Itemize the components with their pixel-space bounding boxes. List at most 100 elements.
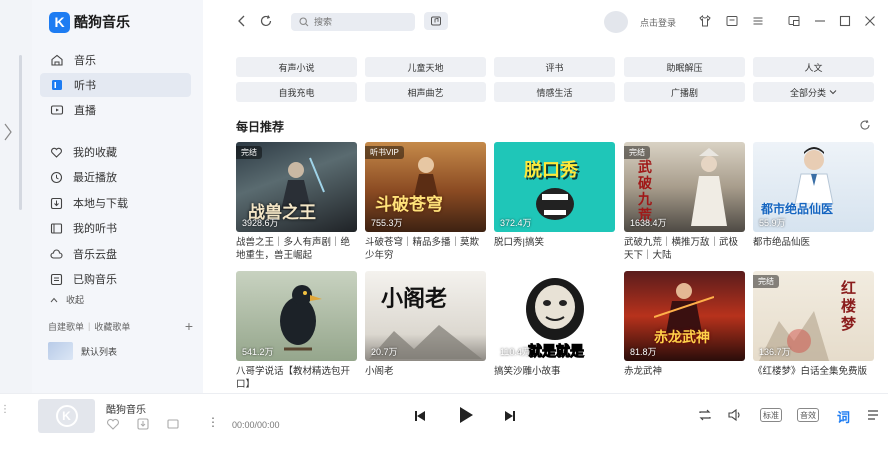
category-chip[interactable]: 儿童天地 xyxy=(365,57,486,77)
volume-icon[interactable] xyxy=(727,407,743,423)
sidebar-item-label: 我的收藏 xyxy=(73,147,117,159)
book-title[interactable]: 赤龙武神 xyxy=(624,365,745,378)
menu-icon[interactable] xyxy=(751,14,765,28)
scrollbar[interactable] xyxy=(19,55,22,210)
book-title[interactable]: 都市绝品仙医 xyxy=(753,236,874,249)
login-link[interactable]: 点击登录 xyxy=(640,16,676,29)
collapse-label: 收起 xyxy=(66,295,85,305)
logo-mark: K xyxy=(49,11,70,33)
status-badge: 完结 xyxy=(753,275,779,288)
sidebar-item-cloud[interactable]: 音乐云盘 xyxy=(40,242,191,266)
sidebar-item-my-audiobooks[interactable]: 我的听书 xyxy=(40,216,191,240)
category-chip[interactable]: 评书 xyxy=(494,57,615,77)
skin-icon[interactable] xyxy=(698,14,712,28)
book-title[interactable]: 战兽之王｜多人有声剧｜绝地重生，兽王崛起 xyxy=(236,236,357,262)
search-input[interactable] xyxy=(314,17,404,27)
nav-label: 音乐 xyxy=(74,55,96,67)
next-icon[interactable] xyxy=(503,409,517,423)
lyrics-button[interactable]: 词 xyxy=(837,407,850,426)
cover-text: 斗破苍穹 xyxy=(375,195,443,215)
category-chip[interactable]: 广播剧 xyxy=(624,82,745,102)
book-cover[interactable]: 战兽之王 完结 3928.6万 xyxy=(236,142,357,232)
now-playing-cover[interactable]: K xyxy=(38,399,95,433)
book-cover[interactable]: 小阁老 20.7万 xyxy=(365,271,486,361)
more-options-icon[interactable]: ⋮ xyxy=(207,415,219,429)
sound-effect-button[interactable]: 音效 xyxy=(797,408,819,422)
chevron-right-icon[interactable] xyxy=(3,122,13,142)
book-cover[interactable]: 武破九荒 完结 1638.4万 xyxy=(624,142,745,232)
category-chip[interactable]: 情感生活 xyxy=(494,82,615,102)
book-cover[interactable]: 就是就是 110.4万 xyxy=(494,271,615,361)
logo-mark: K xyxy=(55,405,78,427)
panda-meme-illustration xyxy=(526,278,584,340)
search-box[interactable] xyxy=(291,13,415,31)
play-count: 372.4万 xyxy=(500,218,532,228)
download-icon[interactable] xyxy=(136,417,150,431)
app-name: 酷狗音乐 xyxy=(74,14,130,30)
refresh-icon[interactable] xyxy=(259,14,273,28)
play-count: 81.8万 xyxy=(630,347,657,357)
book-title[interactable]: 《红楼梦》白话全集免费版 xyxy=(753,365,874,378)
avatar[interactable] xyxy=(604,11,628,33)
app-logo: K 酷狗音乐 xyxy=(49,10,130,34)
book-cover[interactable]: 都市绝品仙医 55.9万 xyxy=(753,142,874,232)
book-open-icon xyxy=(50,222,63,234)
home-icon xyxy=(51,54,63,66)
heart-icon[interactable] xyxy=(106,417,120,431)
message-icon[interactable] xyxy=(725,14,739,28)
book-cover[interactable]: 541.2万 xyxy=(236,271,357,361)
category-chip[interactable]: 自我充电 xyxy=(236,82,357,102)
sidebar-item-recent[interactable]: 最近播放 xyxy=(40,165,191,189)
book-cover[interactable]: 脱口秀 372.4万 xyxy=(494,142,615,232)
tab-collected-playlists[interactable]: 收藏歌单 xyxy=(94,320,130,333)
nav-item-music[interactable]: 音乐 xyxy=(40,48,191,72)
sidebar-item-purchased[interactable]: 已购音乐 xyxy=(40,267,191,291)
category-chip[interactable]: 人文 xyxy=(753,57,874,77)
book-title[interactable]: 武破九荒｜横推万敌｜武极天下｜大陆 xyxy=(624,236,745,262)
sidebar-item-local-download[interactable]: 本地与下载 xyxy=(40,191,191,215)
cloud-icon xyxy=(50,249,63,259)
vip-badge: 听书VIP xyxy=(365,146,404,159)
sidebar-item-favorites[interactable]: 我的收藏 xyxy=(40,140,191,164)
all-categories-button[interactable]: 全部分类 xyxy=(753,82,874,102)
playback-time: 00:00/00:00 xyxy=(232,420,280,430)
recognize-button[interactable] xyxy=(424,12,448,30)
default-playlist[interactable]: 默认列表 xyxy=(48,342,117,360)
minimize-icon[interactable] xyxy=(813,14,827,28)
repeat-icon[interactable] xyxy=(697,407,713,423)
category-chip[interactable]: 相声曲艺 xyxy=(365,82,486,102)
close-icon[interactable] xyxy=(863,14,877,28)
quality-button[interactable]: 标准 xyxy=(760,408,782,422)
more-dots-icon[interactable]: ⋮ xyxy=(0,404,10,415)
book-cover[interactable]: 红楼梦 完结 136.7万 xyxy=(753,271,874,361)
book-title[interactable]: 斗破苍穹｜精品多播｜莫欺少年穷 xyxy=(365,236,486,262)
book-title[interactable]: 小阁老 xyxy=(365,365,486,378)
top-bar: 点击登录 xyxy=(203,0,888,44)
book-title[interactable]: 脱口秀|搞笑 xyxy=(494,236,615,249)
add-playlist-button[interactable]: + xyxy=(185,318,193,334)
book-cover[interactable]: 赤龙武神 81.8万 xyxy=(624,271,745,361)
nav-item-live[interactable]: 直播 xyxy=(40,98,191,122)
comment-icon[interactable] xyxy=(166,417,180,431)
tab-created-playlists[interactable]: 自建歌单 xyxy=(48,320,84,333)
status-badge: 完结 xyxy=(236,146,262,159)
book-cover[interactable]: 斗破苍穹 听书VIP 755.3万 xyxy=(365,142,486,232)
playlist-thumbnail xyxy=(48,342,73,360)
play-icon[interactable] xyxy=(456,405,476,425)
cover-text: 都市绝品仙医 xyxy=(761,202,834,216)
live-icon xyxy=(50,105,64,115)
collapse-toggle[interactable]: 收起 xyxy=(50,293,84,306)
maximize-icon[interactable] xyxy=(838,14,852,28)
book-title[interactable]: 八哥学说话【教材精选包开口】 xyxy=(236,365,357,391)
mini-mode-icon[interactable] xyxy=(787,14,801,28)
back-icon[interactable] xyxy=(235,14,249,28)
sidebar-item-label: 已购音乐 xyxy=(73,274,117,286)
refresh-icon[interactable] xyxy=(859,119,871,131)
category-chip[interactable]: 助眠解压 xyxy=(624,57,745,77)
playlist-icon[interactable] xyxy=(866,407,882,423)
music-recognize-icon xyxy=(431,16,441,26)
book-title[interactable]: 搞笑沙雕小故事 xyxy=(494,365,615,378)
previous-icon[interactable] xyxy=(413,409,427,423)
category-chip[interactable]: 有声小说 xyxy=(236,57,357,77)
nav-item-audiobook[interactable]: 听书 xyxy=(40,73,191,97)
